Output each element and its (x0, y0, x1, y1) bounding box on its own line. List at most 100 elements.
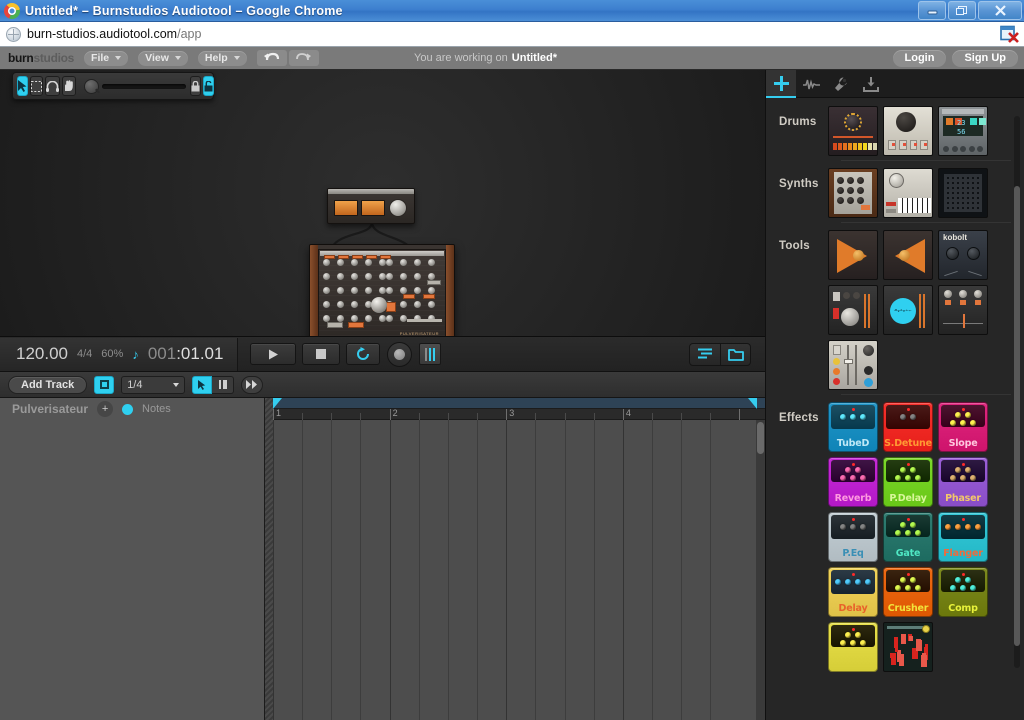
tubed-pedal[interactable]: TubeD (828, 402, 878, 452)
play-button[interactable] (250, 343, 296, 365)
loop-button[interactable] (346, 343, 380, 365)
timeline-vertical-scrollbar[interactable] (756, 420, 765, 720)
mixer-list-icon[interactable] (690, 344, 720, 365)
pedal-knob-row[interactable] (939, 585, 987, 591)
main-dial[interactable] (371, 297, 387, 313)
crusher-pedal[interactable]: Crusher (883, 567, 933, 617)
bpm-value[interactable]: 120.00 (16, 344, 68, 364)
pad-button[interactable] (427, 280, 441, 285)
pedal-knob-row[interactable] (829, 414, 877, 420)
equalizer-tool[interactable] (938, 285, 988, 335)
pad-button[interactable] (327, 322, 343, 328)
master-device[interactable] (327, 188, 415, 224)
zoom-slider[interactable] (102, 84, 186, 89)
pulverisateur-device[interactable]: PULVERISATEUR (309, 244, 455, 337)
gate-pedal[interactable]: Gate (883, 512, 933, 562)
track-header-row[interactable]: Pulverisateur + Notes (0, 398, 264, 420)
heisenberg-synth[interactable] (828, 168, 878, 218)
pedal-knob-row[interactable] (884, 475, 932, 481)
swing-value[interactable]: 60% (101, 348, 123, 360)
hand-pan-tool[interactable] (62, 76, 76, 96)
slope-pedal[interactable]: Slope (938, 402, 988, 452)
channel-strip-tool[interactable] (828, 340, 878, 390)
track-color-dot[interactable] (122, 404, 133, 415)
metronome-button[interactable] (419, 343, 441, 365)
track-name-label[interactable]: Pulverisateur (12, 402, 88, 416)
track-list[interactable]: Pulverisateur + Notes (0, 398, 265, 720)
phaser-pedal[interactable]: Phaser (938, 457, 988, 507)
marquee-select-tool[interactable] (30, 76, 43, 96)
minimize-button[interactable] (918, 1, 946, 20)
pedal-knob-row[interactable] (884, 414, 932, 420)
matrix-sequencer[interactable] (938, 168, 988, 218)
loop-end-handle[interactable] (748, 398, 757, 409)
flanger-pedal[interactable]: Flanger (938, 512, 988, 562)
login-button[interactable]: Login (893, 50, 947, 67)
slider-track[interactable] (407, 319, 442, 322)
sdetune-pedal[interactable]: S.Detune (883, 402, 933, 452)
close-button[interactable] (978, 1, 1022, 20)
pedal-knob-row[interactable] (829, 632, 877, 638)
pedal-knob-row[interactable] (939, 524, 987, 530)
pedal-knob-row[interactable] (829, 467, 877, 473)
pedal-knob-row[interactable] (939, 475, 987, 481)
beatbox-sampler[interactable]: 23 56 (938, 106, 988, 156)
step-sequencer-device[interactable] (883, 622, 933, 672)
browser-urlbar[interactable]: burn-studios.audiotool.com/app (0, 22, 1024, 47)
pulverisateur-synth[interactable] (883, 168, 933, 218)
pedal-knob-row[interactable] (884, 467, 932, 473)
wrench-tab[interactable] (826, 70, 856, 98)
timeline-ruler[interactable]: 1 2 3 4 (273, 409, 765, 420)
panel-scrollbar[interactable] (1014, 116, 1020, 668)
blocked-popup-icon[interactable] (1000, 25, 1020, 48)
scope-analyzer-tool[interactable] (883, 285, 933, 335)
delay-pedal[interactable]: Delay (828, 567, 878, 617)
pedal-knob-row[interactable] (939, 577, 987, 583)
knob-grid-left[interactable] (323, 259, 392, 328)
device-desktop-canvas[interactable]: PULVERISATEUR (0, 70, 765, 337)
waveform-tab[interactable] (796, 70, 826, 98)
pedal-knob-row[interactable] (939, 467, 987, 473)
pedal-knob-row[interactable] (829, 475, 877, 481)
pedal-knob-row[interactable] (829, 579, 877, 585)
tempo-display[interactable]: 120.00 4/4 60% ♪ 001:01.01 (0, 338, 238, 371)
unlock-icon[interactable] (203, 76, 214, 96)
pedal-knob-row[interactable] (884, 577, 932, 583)
timeline-grid[interactable] (273, 420, 765, 720)
pad-button[interactable] (352, 255, 363, 259)
menu-help[interactable]: Help (198, 51, 247, 66)
loop-range-bar[interactable] (273, 398, 765, 409)
restore-button[interactable] (948, 1, 976, 20)
pdelay-pedal[interactable]: P.Delay (883, 457, 933, 507)
pedal-knob-row[interactable] (829, 640, 877, 646)
mixer-channel-tool[interactable] (828, 285, 878, 335)
pedal-knob-row[interactable] (939, 420, 987, 426)
folder-icon[interactable] (720, 344, 750, 365)
menu-view[interactable]: View (138, 51, 188, 66)
add-track-button[interactable]: Add Track (8, 376, 87, 394)
plus-icon[interactable]: + (97, 401, 113, 417)
snap-grid-icon[interactable] (94, 376, 114, 394)
edit-mode-toggle[interactable] (192, 376, 234, 394)
peq-pedal[interactable]: P.Eq (828, 512, 878, 562)
headphones-tool[interactable] (45, 76, 60, 96)
pedal-knob-row[interactable] (939, 412, 987, 418)
pad-button[interactable] (403, 294, 415, 299)
lock-icon[interactable] (190, 76, 201, 96)
master-volume-knob[interactable] (389, 199, 407, 217)
pedal-knob-row[interactable] (829, 524, 877, 530)
redo-button[interactable] (289, 50, 319, 66)
undo-button[interactable] (257, 50, 287, 66)
timeline-grid-area[interactable]: 1 2 3 4 (273, 398, 765, 720)
playhead-position[interactable]: 001:01.01 (148, 344, 224, 364)
pad-button[interactable] (338, 255, 349, 259)
signup-button[interactable]: Sign Up (952, 50, 1018, 67)
audio-player-left-tool[interactable] (828, 230, 878, 280)
pad-button[interactable] (380, 255, 391, 259)
stop-button[interactable] (302, 343, 340, 365)
add-device-tab[interactable] (766, 70, 796, 98)
audio-player-right-tool[interactable] (883, 230, 933, 280)
time-signature-value[interactable]: 4/4 (77, 348, 92, 360)
split-icon[interactable] (212, 376, 234, 394)
pedal-knob-row[interactable] (884, 530, 932, 536)
